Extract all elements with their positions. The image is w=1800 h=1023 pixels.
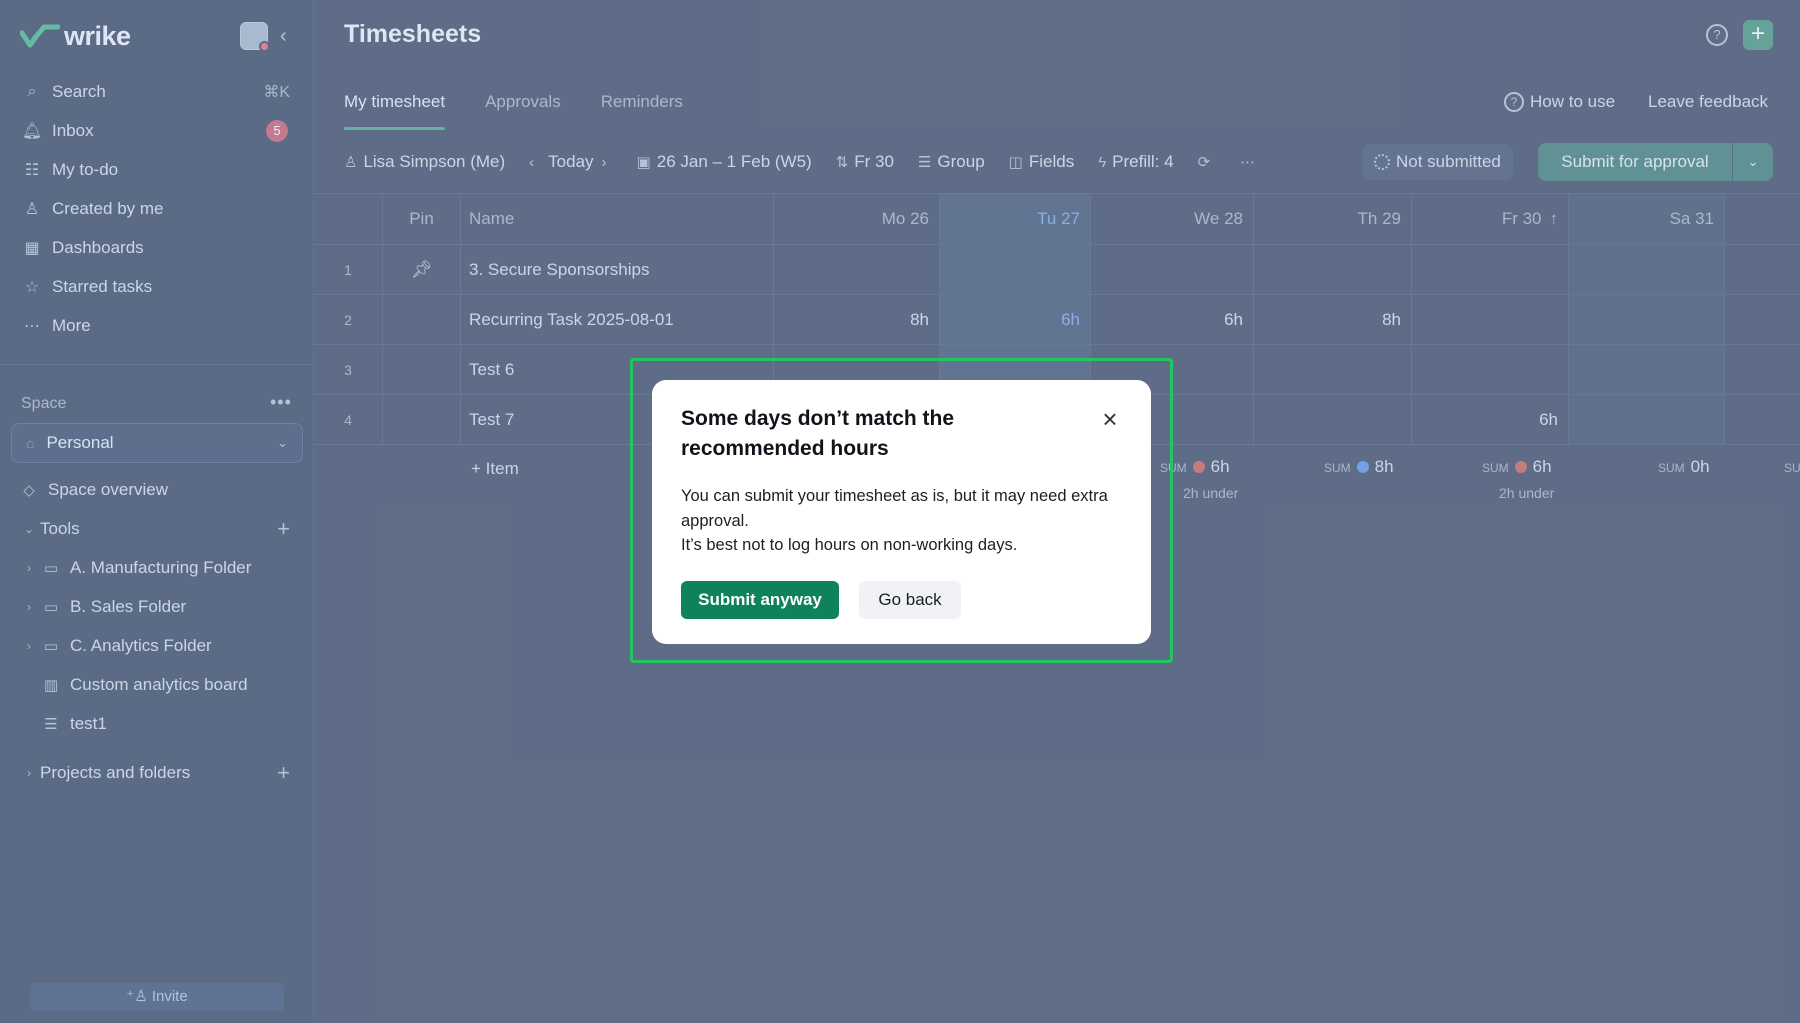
close-icon[interactable]: × (1098, 406, 1122, 432)
hours-mismatch-dialog: Some days don’t match the recommended ho… (652, 380, 1151, 644)
dialog-line: You can submit your timesheet as is, but… (681, 487, 1108, 530)
submit-anyway-button[interactable]: Submit anyway (681, 581, 839, 619)
go-back-button[interactable]: Go back (859, 581, 961, 619)
dialog-title: Some days don’t match the recommended ho… (681, 407, 955, 460)
dialog-body: You can submit your timesheet as is, but… (681, 484, 1121, 558)
dialog-line: It’s best not to log hours on non-workin… (681, 536, 1018, 554)
